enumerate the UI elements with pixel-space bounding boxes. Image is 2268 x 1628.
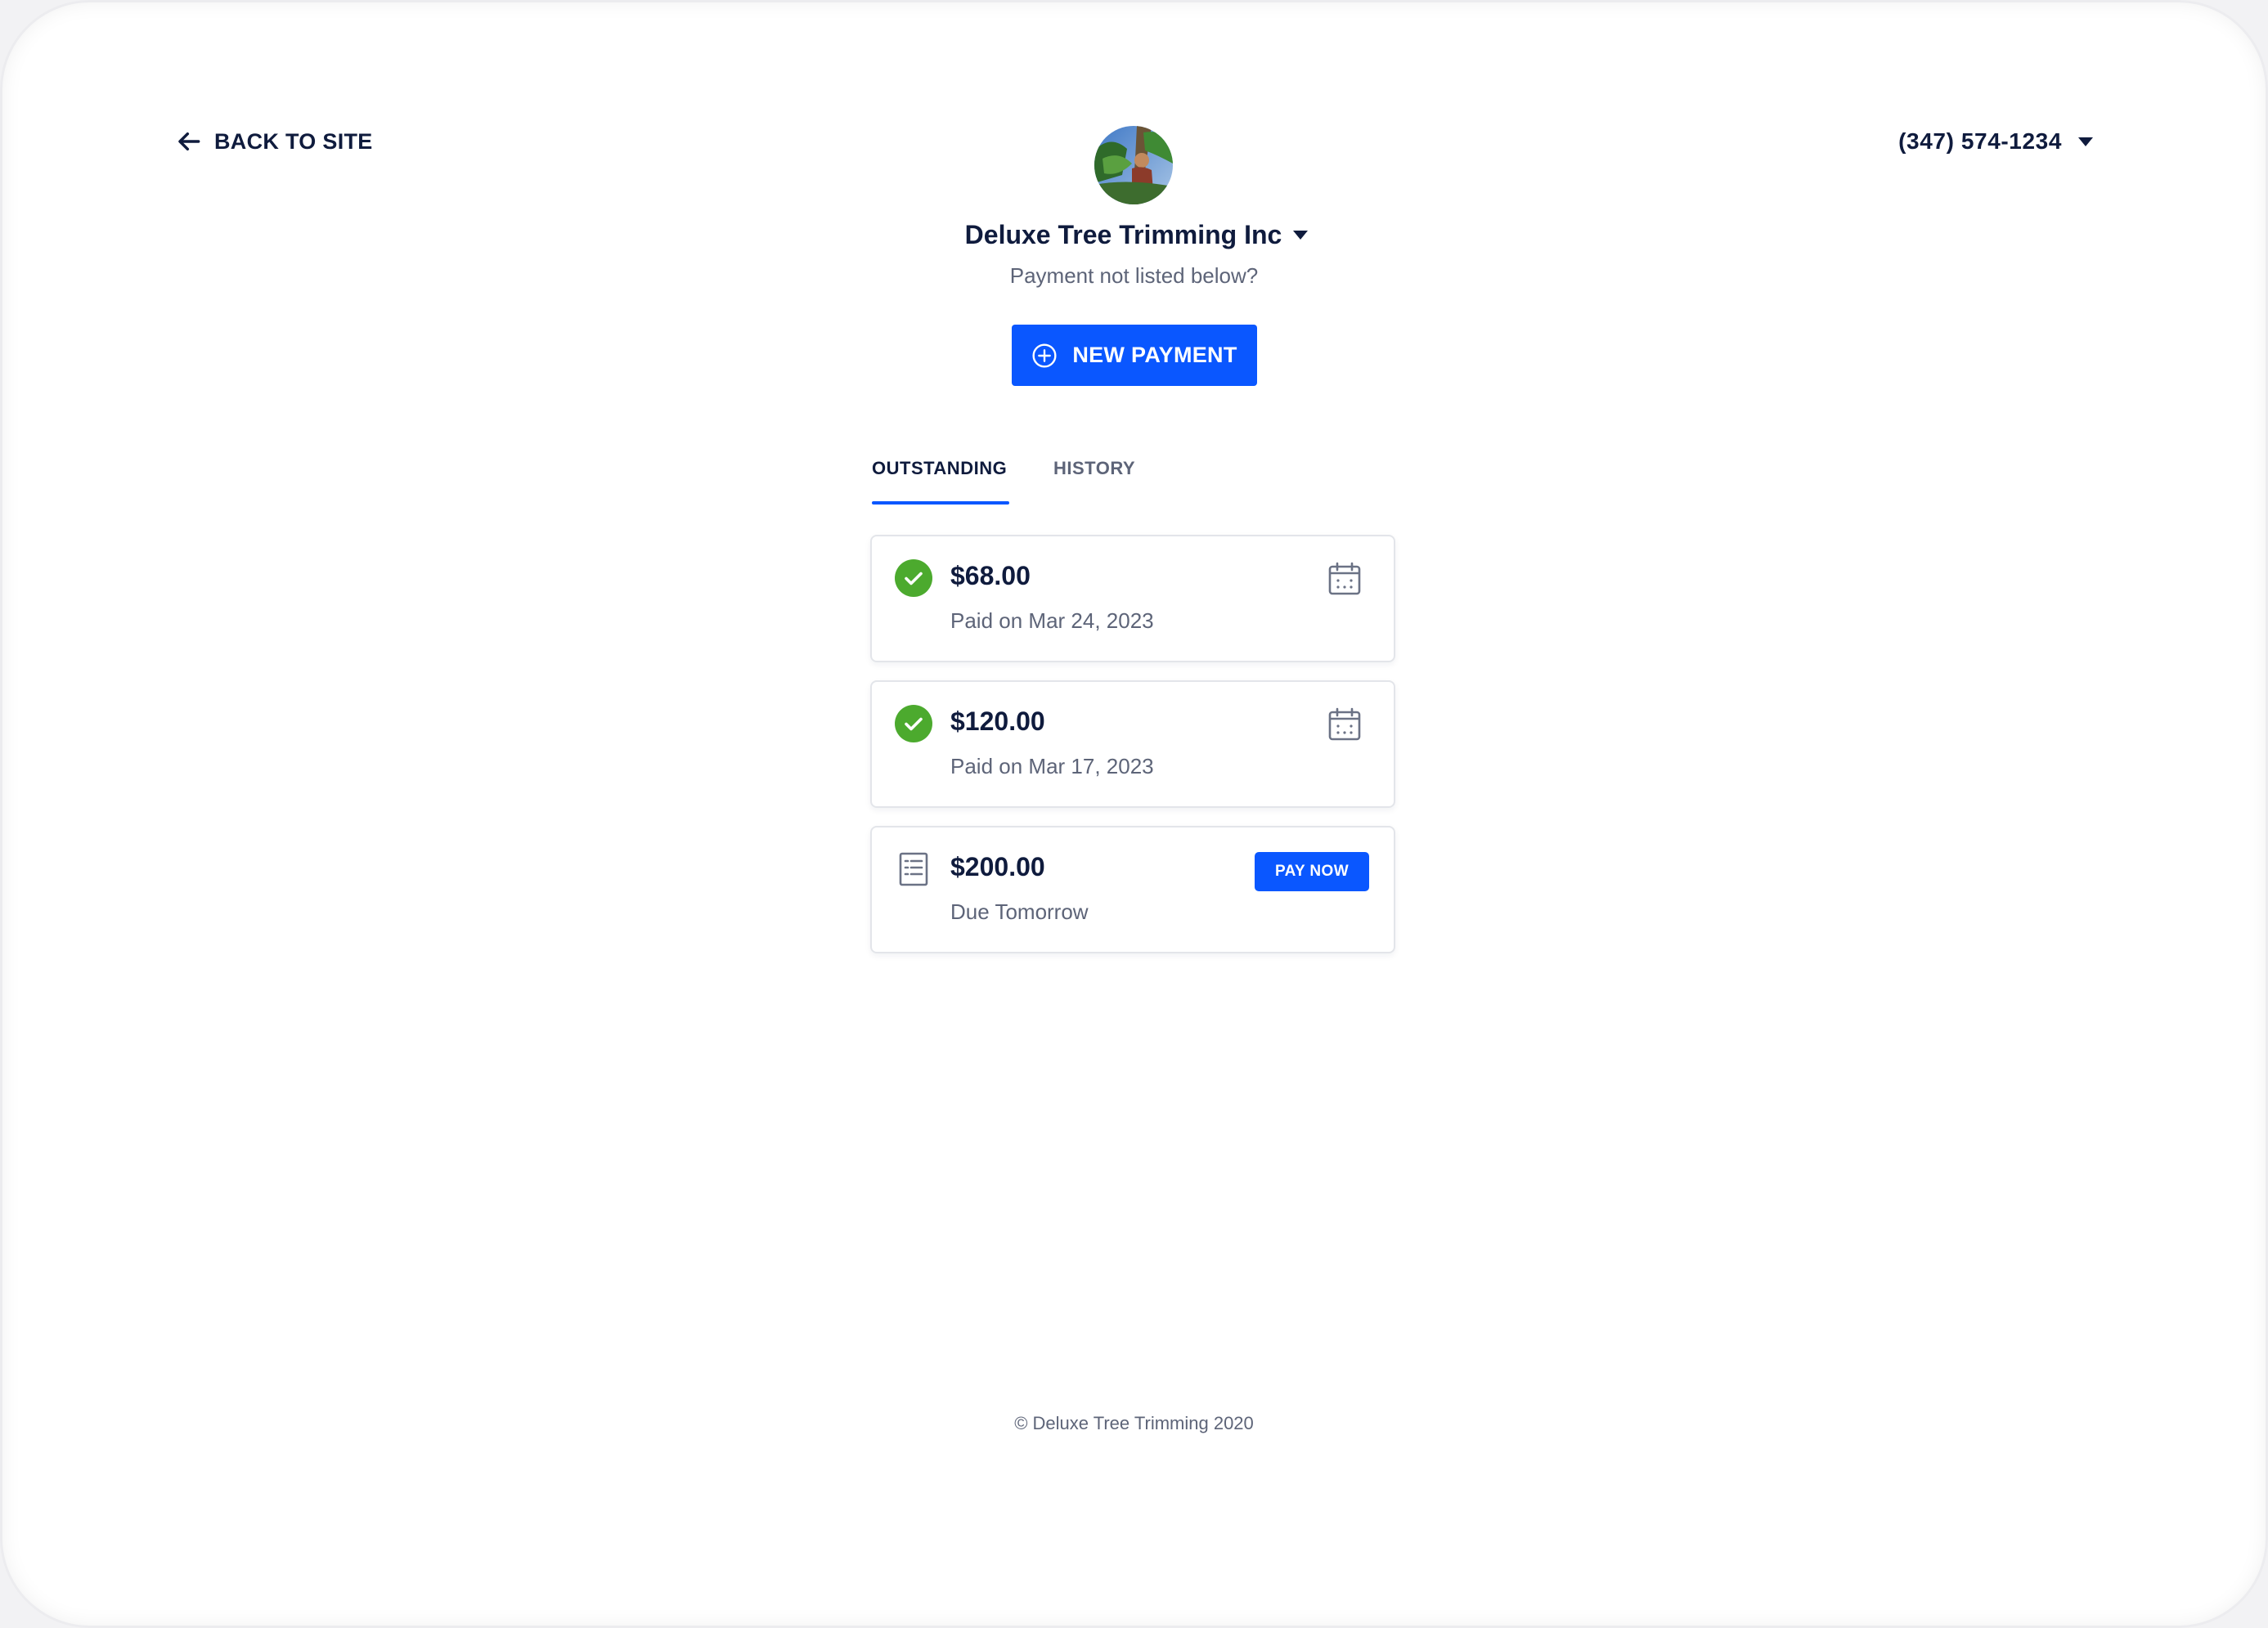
page-frame: BACK TO SITE (347) 574-1234 Deluxe Tree …	[0, 0, 2268, 1628]
invoice-icon	[895, 850, 932, 888]
phone-dropdown[interactable]: (347) 574-1234	[1898, 123, 2093, 160]
payment-not-listed-text: Payment not listed below?	[1009, 263, 1259, 288]
check-circle-icon	[895, 559, 932, 597]
merchant-name-dropdown[interactable]: Deluxe Tree Trimming Inc	[0, 214, 2268, 255]
payment-card[interactable]: $68.00 Paid on Mar 24, 2023	[870, 535, 1395, 662]
payment-amount: $200.00	[950, 852, 1045, 881]
payment-detail: Due Tomorrow	[950, 899, 1089, 924]
arrow-left-icon	[177, 128, 203, 155]
payment-amount: $120.00	[950, 706, 1045, 736]
calendar-icon[interactable]	[1327, 561, 1363, 597]
payment-card[interactable]: $120.00 Paid on Mar 17, 2023	[870, 680, 1395, 808]
caret-down-icon	[2078, 137, 2093, 146]
merchant-name: Deluxe Tree Trimming Inc	[964, 219, 1282, 249]
plus-circle-icon	[1031, 343, 1058, 369]
tab-outstanding[interactable]: OUTSTANDING	[872, 458, 1007, 479]
payment-detail: Paid on Mar 24, 2023	[950, 608, 1154, 633]
phone-number: (347) 574-1234	[1898, 128, 2062, 154]
merchant-avatar	[1094, 126, 1173, 204]
new-payment-label: NEW PAYMENT	[1072, 343, 1237, 367]
pay-now-button[interactable]: PAY NOW	[1255, 852, 1369, 891]
calendar-icon[interactable]	[1327, 706, 1363, 742]
footer-copyright: © Deluxe Tree Trimming 2020	[1014, 1413, 1254, 1433]
payment-card[interactable]: $200.00 Due Tomorrow PAY NOW	[870, 826, 1395, 953]
active-tab-indicator	[872, 501, 1009, 505]
tab-history[interactable]: HISTORY	[1053, 458, 1135, 479]
back-to-site-link[interactable]: BACK TO SITE	[177, 123, 373, 160]
payment-detail: Paid on Mar 17, 2023	[950, 754, 1154, 778]
caret-down-icon	[1293, 230, 1309, 240]
payment-amount: $68.00	[950, 561, 1031, 590]
back-to-site-label: BACK TO SITE	[214, 128, 373, 154]
new-payment-button[interactable]: NEW PAYMENT	[1012, 325, 1257, 386]
check-circle-icon	[895, 705, 932, 742]
